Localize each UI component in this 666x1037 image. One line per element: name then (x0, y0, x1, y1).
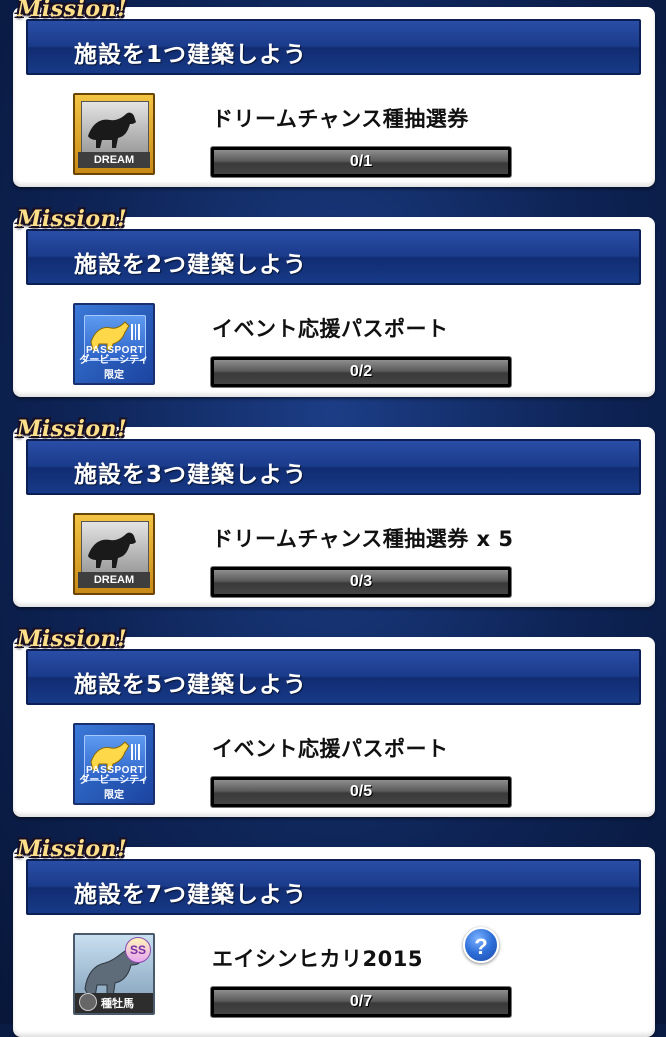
reward-name: ドリームチャンス種抽選券 x 5 (212, 527, 514, 551)
progress-text: 0/3 (349, 573, 373, 590)
progress-bar: 0/2 (211, 357, 511, 387)
mission-card: Mission! 施設を7つ建築しよう SS 種牡馬 エイシンヒカリ2015 ?… (13, 836, 655, 1037)
progress-text: 0/7 (349, 993, 373, 1010)
progress-bar: 0/7 (211, 987, 511, 1017)
mission-title-bar: 施設を2つ建築しよう (26, 229, 641, 285)
mission-ribbon: Mission! (17, 836, 128, 862)
dream-ticket-icon[interactable]: DREAM (73, 513, 155, 595)
progress-text: 0/5 (349, 783, 373, 800)
mission-card: Mission! 施設を2つ建築しよう PASSPORT ダービーシティ限定 イ… (13, 206, 655, 397)
mission-title: 施設を2つ建築しよう (74, 252, 308, 278)
progress-text: 0/2 (349, 363, 373, 380)
rank-badge: SS (125, 937, 151, 963)
mission-card: Mission! 施設を1つ建築しよう DREAM ドリームチャンス種抽選券 0… (13, 0, 655, 187)
mission-title: 施設を7つ建築しよう (74, 882, 308, 908)
mission-title-bar: 施設を7つ建築しよう (26, 859, 641, 915)
progress-bar: 0/1 (211, 147, 511, 177)
event-passport-icon[interactable]: PASSPORT ダービーシティ限定 (73, 723, 155, 805)
mission-title-bar: 施設を3つ建築しよう (26, 439, 641, 495)
dream-ticket-icon[interactable]: DREAM (73, 93, 155, 175)
mission-card: Mission! 施設を3つ建築しよう DREAM ドリームチャンス種抽選券 x… (13, 416, 655, 607)
mission-title: 施設を1つ建築しよう (74, 42, 308, 68)
progress-text: 0/1 (349, 153, 373, 170)
mission-title: 施設を5つ建築しよう (74, 672, 308, 698)
reward-name: イベント応援パスポート (212, 737, 449, 761)
event-passport-icon[interactable]: PASSPORT ダービーシティ限定 (73, 303, 155, 385)
mission-ribbon: Mission! (17, 416, 128, 442)
reward-name: イベント応援パスポート (212, 317, 449, 341)
reward-name: ドリームチャンス種抽選券 (212, 107, 469, 131)
stallion-card-icon[interactable]: SS 種牡馬 (73, 933, 155, 1015)
help-button[interactable]: ? (463, 927, 499, 963)
mission-title: 施設を3つ建築しよう (74, 462, 308, 488)
record-icon (79, 993, 97, 1011)
progress-bar: 0/3 (211, 567, 511, 597)
mission-ribbon: Mission! (17, 206, 128, 232)
mission-ribbon: Mission! (17, 626, 128, 652)
mission-ribbon: Mission! (17, 0, 128, 22)
mission-title-bar: 施設を1つ建築しよう (26, 19, 641, 75)
progress-bar: 0/5 (211, 777, 511, 807)
mission-title-bar: 施設を5つ建築しよう (26, 649, 641, 705)
mission-card: Mission! 施設を5つ建築しよう PASSPORT ダービーシティ限定 イ… (13, 626, 655, 817)
reward-name: エイシンヒカリ2015 (212, 947, 423, 971)
